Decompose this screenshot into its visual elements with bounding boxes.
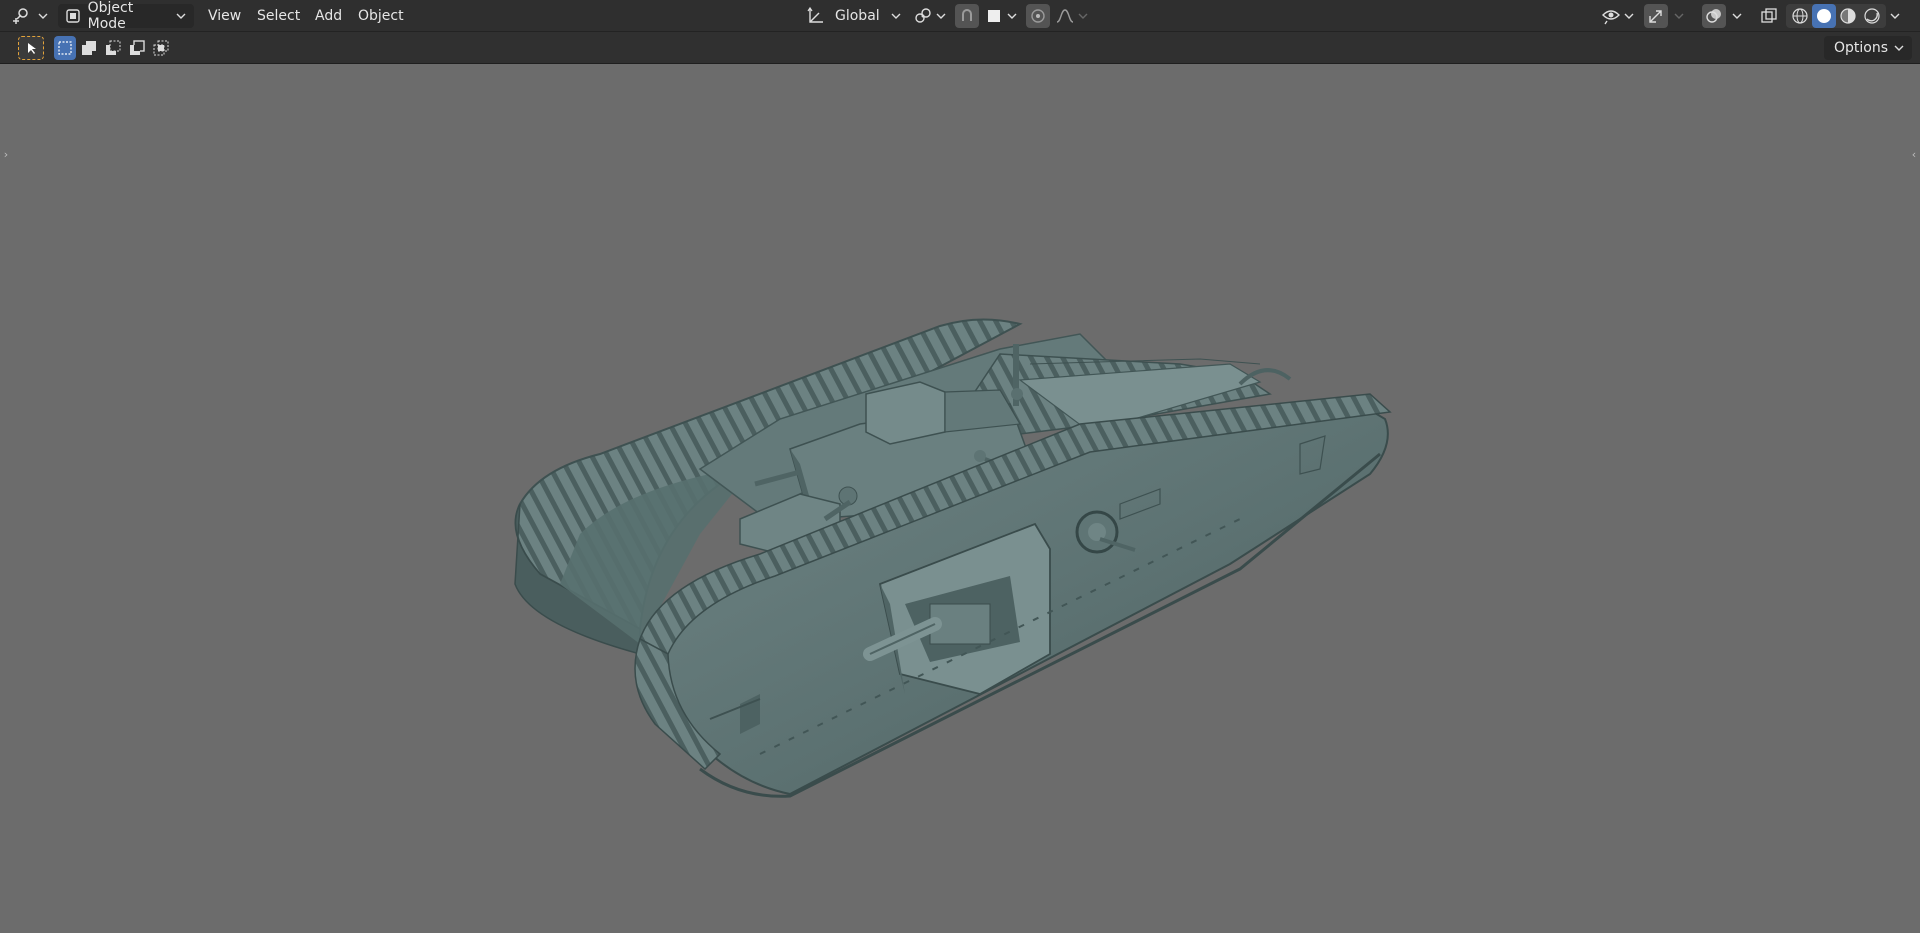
select-mode-extend[interactable] xyxy=(78,36,100,60)
snap-toggle[interactable] xyxy=(955,4,979,28)
active-tool-button[interactable] xyxy=(18,36,44,60)
select-mode-subtract[interactable] xyxy=(102,36,124,60)
pivot-point-icon xyxy=(912,5,934,27)
select-new-icon xyxy=(57,40,73,56)
wireframe-shading-button[interactable] xyxy=(1788,4,1812,28)
select-intersect-icon xyxy=(153,40,169,56)
snap-target-dropdown[interactable] xyxy=(983,4,1019,28)
chevron-down-icon xyxy=(1672,9,1686,23)
object-mode-dropdown[interactable]: Object Mode xyxy=(58,0,194,32)
falloff-dropdown[interactable] xyxy=(1054,4,1090,28)
select-extend-icon xyxy=(81,40,97,56)
xray-icon xyxy=(1760,7,1778,25)
menu-view[interactable]: View xyxy=(201,4,248,28)
select-box-tool-icon xyxy=(24,41,38,55)
object-mode-icon xyxy=(64,5,82,27)
rendered-shading-icon xyxy=(1863,7,1881,25)
chevron-down-icon xyxy=(1892,41,1906,55)
proportional-edit-toggle[interactable] xyxy=(1026,4,1050,28)
snap-icon xyxy=(958,7,976,25)
menu-object[interactable]: Object xyxy=(351,4,411,28)
overlays-toggle[interactable] xyxy=(1702,4,1726,28)
chevron-down-icon xyxy=(1730,9,1744,23)
menu-add[interactable]: Add xyxy=(308,4,349,28)
rendered-shading-button[interactable] xyxy=(1860,4,1884,28)
editor-type-icon xyxy=(10,5,32,27)
chevron-down-icon xyxy=(174,9,188,23)
xray-toggle[interactable] xyxy=(1757,4,1781,28)
chevron-down-icon xyxy=(36,9,50,23)
object-mode-label: Object Mode xyxy=(87,0,134,32)
options-dropdown[interactable]: Options xyxy=(1823,36,1912,60)
gizmo-icon xyxy=(1647,7,1665,25)
pivot-point-dropdown[interactable] xyxy=(912,4,948,28)
gizmo-dropdown[interactable] xyxy=(1672,4,1686,28)
transform-orientation-dropdown[interactable]: Global xyxy=(805,4,903,28)
material-shading-button[interactable] xyxy=(1836,4,1860,28)
solid-shading-icon xyxy=(1815,7,1833,25)
select-mode-invert[interactable] xyxy=(126,36,148,60)
transform-orientation-label: Global xyxy=(835,8,880,24)
editor-type-button[interactable] xyxy=(10,4,50,28)
proportional-edit-icon xyxy=(1029,7,1047,25)
falloff-curve-icon xyxy=(1054,5,1076,27)
chevron-down-icon xyxy=(934,9,948,23)
tool-settings-bar: Options xyxy=(0,32,1920,64)
menu-select[interactable]: Select xyxy=(250,4,307,28)
chevron-down-icon xyxy=(1888,9,1902,23)
chevron-down-icon xyxy=(1076,9,1090,23)
select-mode-intersect[interactable] xyxy=(150,36,172,60)
tank-model[interactable] xyxy=(0,64,1920,933)
wireframe-shading-icon xyxy=(1791,7,1809,25)
chevron-down-icon xyxy=(1005,9,1019,23)
material-shading-icon xyxy=(1839,7,1857,25)
transform-orientation-icon xyxy=(805,5,827,27)
viewport-header: Object Mode View Select Add Object Globa… xyxy=(0,0,1920,32)
chevron-down-icon xyxy=(1622,9,1636,23)
visibility-dropdown[interactable] xyxy=(1600,4,1636,28)
3d-viewport[interactable]: › ‹ xyxy=(0,64,1920,933)
overlays-icon xyxy=(1705,7,1723,25)
snap-target-icon xyxy=(983,5,1005,27)
options-label: Options xyxy=(1833,40,1888,56)
shading-options-dropdown[interactable] xyxy=(1888,4,1902,28)
chevron-down-icon xyxy=(889,9,903,23)
visibility-icon xyxy=(1600,5,1622,27)
select-subtract-icon xyxy=(105,40,121,56)
select-mode-new[interactable] xyxy=(54,36,76,60)
gizmo-toggle[interactable] xyxy=(1644,4,1668,28)
overlays-dropdown[interactable] xyxy=(1730,4,1744,28)
select-invert-icon xyxy=(129,40,145,56)
solid-shading-button[interactable] xyxy=(1812,4,1836,28)
